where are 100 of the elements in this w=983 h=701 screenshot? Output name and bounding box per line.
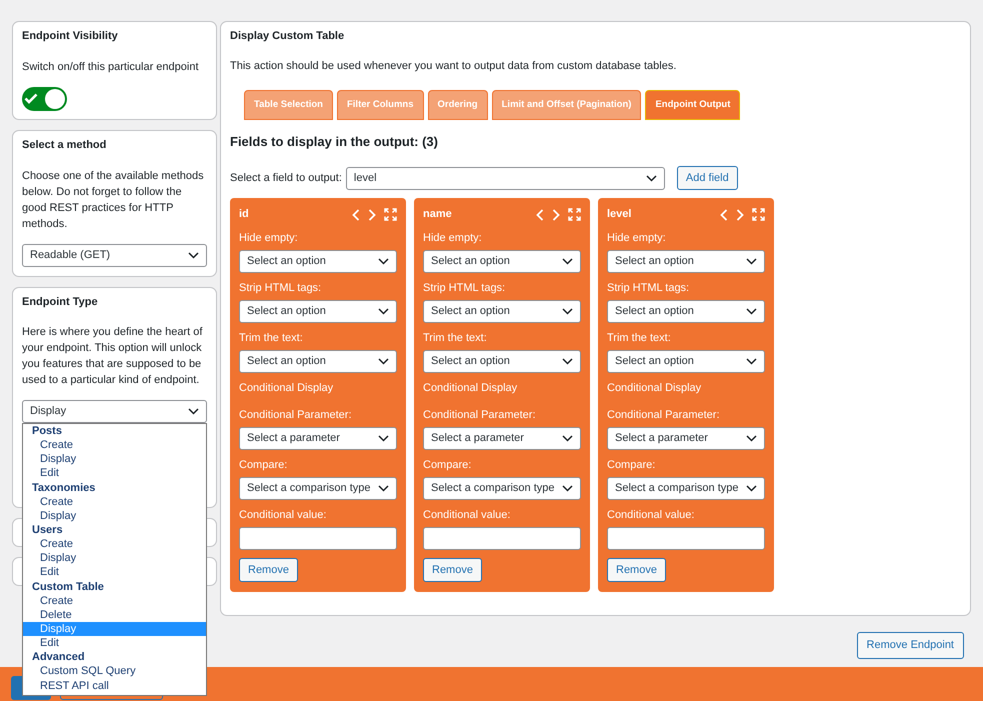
field-label: Trim the text: [239, 330, 304, 345]
panel-title: Display Custom Table [230, 29, 346, 44]
description: Switch on/off this particular endpoint [22, 60, 200, 74]
chevron-down-icon [562, 358, 573, 365]
description: Choose one of the available methods below. Do not forget to follow the good REST practices for HTTP methods. [22, 168, 205, 232]
select-field[interactable]: Select a parameter [239, 426, 397, 450]
remove-button[interactable]: Remove [239, 558, 298, 582]
dropdown-option[interactable]: Display [23, 508, 206, 524]
chevron-down-icon [746, 434, 757, 442]
select-field[interactable]: Select an option [239, 250, 397, 273]
expand-icon[interactable] [752, 208, 765, 221]
field-label: Compare: [607, 458, 656, 472]
move-right-icon[interactable] [552, 208, 560, 220]
dropdown-option[interactable]: Create [23, 537, 206, 552]
field-label: Conditional value: [423, 508, 512, 522]
input-field[interactable] [607, 526, 765, 550]
select-field[interactable]: Readable (GET) [22, 244, 207, 266]
description: This action should be used whenever you want to output data from custom database tables. [230, 58, 678, 74]
dropdown-option[interactable]: Edit [23, 466, 206, 481]
remove-button[interactable]: Remove [423, 558, 482, 582]
select-field[interactable]: Select an option [423, 300, 581, 323]
toggle-switch[interactable] [22, 86, 67, 110]
select-field[interactable]: Select a parameter [607, 426, 765, 450]
chevron-down-icon [746, 258, 757, 265]
remove-endpoint-button[interactable]: Remove Endpoint [856, 632, 964, 658]
field-label: Strip HTML tags: [423, 280, 506, 295]
move-left-icon[interactable] [720, 208, 728, 220]
chevron-down-icon [188, 408, 199, 415]
move-left-icon[interactable] [352, 208, 360, 220]
dropdown-option[interactable]: Display [23, 551, 206, 566]
select-field[interactable]: Select an option [607, 300, 765, 323]
chevron-down-icon [378, 308, 389, 315]
chevron-down-icon [188, 252, 199, 258]
chevron-down-icon [646, 174, 657, 182]
add-field-button[interactable]: Add field [676, 166, 738, 190]
dropdown-option[interactable]: REST API call [23, 678, 206, 693]
chevron-down-icon [562, 484, 573, 492]
chevron-down-icon [746, 308, 757, 315]
dropdown-option[interactable]: Create [23, 494, 206, 509]
chevron-down-icon [378, 358, 389, 365]
select-field[interactable]: Select a comparison type [423, 476, 581, 500]
field-label: Strip HTML tags: [607, 280, 690, 295]
remove-button[interactable]: Remove [607, 558, 666, 582]
dropdown-option[interactable]: Custom SQL Query [23, 664, 206, 679]
select-field[interactable]: Select an option [423, 350, 581, 373]
select-field[interactable]: Select an option [239, 300, 397, 323]
field-label: Conditional value: [239, 508, 328, 522]
dropdown-option[interactable]: Delete [23, 608, 206, 622]
move-left-icon[interactable] [536, 208, 544, 220]
section-label: Conditional Display [607, 380, 702, 395]
move-right-icon[interactable] [736, 208, 744, 220]
dropdown-option[interactable]: Edit [23, 565, 206, 580]
dropdown-option[interactable]: Create [23, 594, 206, 608]
field-name: level [607, 207, 632, 222]
field-label: Conditional value: [607, 508, 696, 522]
section-label: Conditional Display [423, 380, 518, 395]
field-label: Conditional Parameter: [239, 408, 353, 422]
option-group-label: Custom Table [31, 580, 105, 594]
dropdown-option[interactable]: Edit [23, 636, 206, 650]
option-group-label: Users [31, 523, 64, 538]
section-heading: Fields to display in the output: (3) [230, 133, 439, 152]
select-field[interactable]: Select a parameter [423, 426, 581, 450]
chevron-down-icon [746, 358, 757, 365]
dropdown-option[interactable]: Create [23, 438, 206, 452]
expand-icon[interactable] [568, 208, 581, 221]
field-label: Hide empty: [607, 230, 667, 245]
field-name: name [423, 207, 452, 222]
chevron-down-icon [562, 434, 573, 442]
field-name: id [239, 207, 249, 222]
chevron-down-icon [562, 258, 573, 265]
select-field[interactable]: Select an option [607, 350, 765, 373]
select-field[interactable]: level [346, 166, 665, 190]
select-field[interactable]: Select an option [423, 250, 581, 273]
input-field[interactable] [239, 526, 397, 550]
move-right-icon[interactable] [368, 208, 376, 220]
input-field[interactable] [423, 526, 581, 550]
field-label: Compare: [239, 458, 288, 472]
select-field[interactable]: Select a comparison type [607, 476, 765, 500]
expand-icon[interactable] [384, 208, 397, 221]
select-field[interactable]: Select an option [607, 250, 765, 273]
option-group-label: Posts [31, 424, 63, 438]
select-field[interactable]: Select a comparison type [239, 476, 397, 500]
chevron-down-icon [378, 484, 389, 492]
field-label: Select a field to output: [230, 170, 342, 186]
option-group-label: Advanced [31, 650, 86, 664]
field-label: Trim the text: [423, 330, 488, 345]
chevron-down-icon [562, 308, 573, 315]
card-title: Endpoint Type [22, 294, 99, 310]
field-label: Compare: [423, 458, 472, 472]
field-label: Conditional Parameter: [607, 408, 721, 422]
dropdown-option[interactable]: Display [23, 452, 206, 466]
select-field[interactable]: Display [22, 400, 207, 423]
card-title: Select a method [22, 138, 108, 153]
field-label: Strip HTML tags: [239, 280, 322, 295]
card-title: Endpoint Visibility [22, 29, 119, 44]
field-label: Conditional Parameter: [423, 408, 537, 422]
select-field[interactable]: Select an option [239, 350, 397, 373]
option-group-label: Taxonomies [31, 480, 96, 495]
check-icon [24, 93, 38, 104]
field-label: Hide empty: [423, 230, 483, 245]
